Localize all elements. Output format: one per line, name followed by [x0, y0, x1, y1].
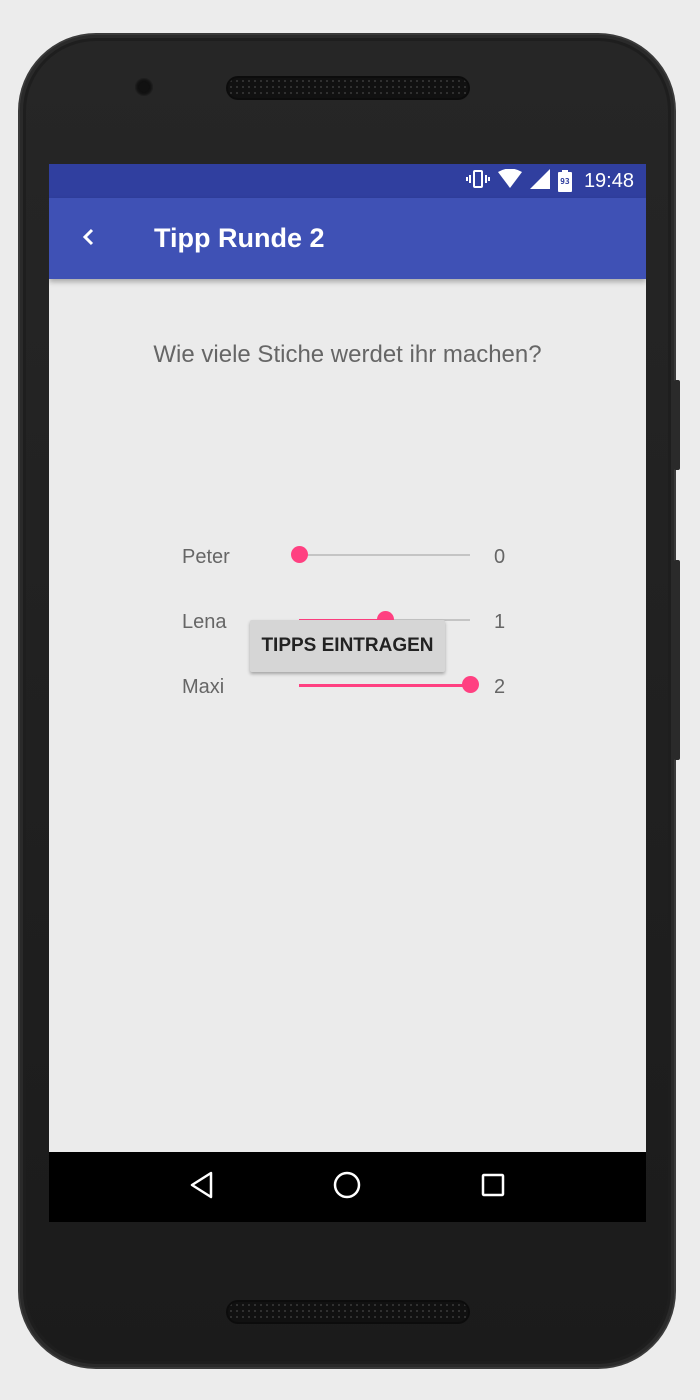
player-row: Peter 0	[49, 538, 646, 578]
submit-tips-button[interactable]: TIPPS EINTRAGEN	[250, 620, 445, 672]
recents-square-icon	[480, 1172, 506, 1202]
screen: 93 19:48 Tipp Runde 2 Wie viele Stiche w…	[49, 164, 646, 1222]
power-button	[674, 380, 680, 470]
tricks-slider[interactable]	[299, 668, 479, 708]
player-value: 1	[494, 611, 506, 633]
slider-thumb[interactable]	[291, 546, 308, 563]
status-time: 19:48	[583, 169, 634, 192]
nav-home-button[interactable]	[317, 1157, 377, 1217]
back-triangle-icon	[189, 1171, 215, 1203]
slider-thumb[interactable]	[462, 676, 479, 693]
status-bar: 93 19:48	[49, 164, 646, 198]
nav-back-button[interactable]	[172, 1157, 232, 1217]
volume-button	[674, 560, 680, 760]
vibrate-icon	[465, 169, 490, 193]
player-value: 2	[494, 676, 506, 698]
page-title: Tipp Runde 2	[154, 223, 325, 253]
player-name: Lena	[182, 611, 227, 633]
nav-recents-button[interactable]	[463, 1157, 523, 1217]
app-bar: Tipp Runde 2	[49, 198, 646, 279]
tricks-slider[interactable]	[291, 538, 470, 578]
signal-icon	[529, 169, 550, 193]
bottom-speaker	[228, 1302, 468, 1322]
player-row: Maxi 2	[49, 668, 646, 708]
player-name: Maxi	[182, 676, 225, 698]
top-speaker	[228, 78, 468, 98]
player-value: 0	[494, 546, 506, 568]
chevron-left-icon	[81, 227, 97, 251]
battery-icon: 93	[557, 170, 572, 192]
player-name: Peter	[182, 546, 230, 568]
slider-fill	[299, 684, 470, 687]
battery-level: 93	[560, 177, 570, 186]
question-text: Wie viele Stiche werdet ihr machen?	[153, 341, 542, 368]
wifi-icon	[497, 168, 522, 193]
back-button[interactable]	[49, 198, 129, 279]
navigation-bar	[49, 1152, 646, 1222]
main-content: Wie viele Stiche werdet ihr machen? Pete…	[49, 279, 646, 1152]
slider-track	[299, 554, 470, 556]
home-circle-icon	[332, 1170, 362, 1204]
front-camera	[135, 78, 153, 96]
